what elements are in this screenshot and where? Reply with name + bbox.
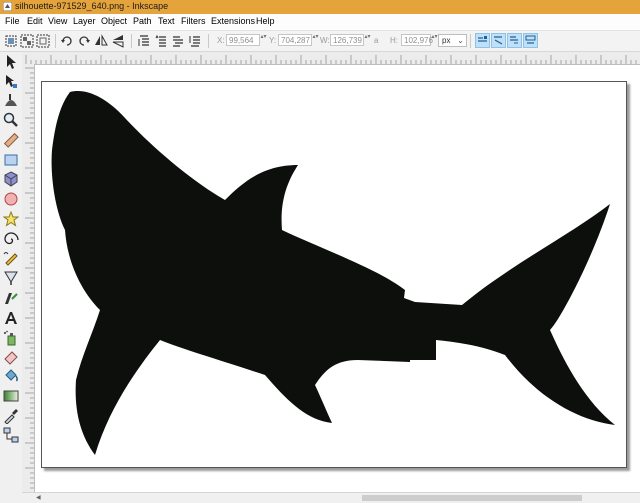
toolbar-separator [208,34,209,48]
menu-object[interactable]: Object [101,16,127,26]
tool-controls-bar: X: 99,564 ▴▾ Y: 704,287 ▴▾ W: 126,739 ▴▾… [0,31,640,52]
zoom-icon[interactable] [3,112,19,128]
menu-layer[interactable]: Layer [73,16,96,26]
menu-extensions[interactable]: Extensions [211,16,255,26]
scale-stroke-icon[interactable] [475,33,490,48]
menu-file[interactable]: File [5,16,20,26]
x-field[interactable]: 99,564 [226,34,260,46]
text-icon[interactable] [3,310,19,326]
gradient-icon[interactable] [3,388,19,404]
raise-to-top-icon[interactable] [137,34,151,48]
height-spinner[interactable]: ▴▾ [431,34,438,46]
h-label: H: [390,36,398,45]
flip-horizontal-icon[interactable] [94,34,108,48]
toolbar-separator [131,34,132,48]
selector-icon[interactable] [3,54,19,70]
ellipse-icon[interactable] [3,191,19,207]
horizontal-scrollbar[interactable]: ◀ [22,492,640,503]
box-3d-icon[interactable] [3,171,19,187]
toolbar-separator [470,34,471,48]
lower-icon[interactable] [171,34,185,48]
lock-proportions-icon[interactable]: a [374,36,378,45]
deselect-icon[interactable] [36,34,50,48]
unit-value: px [442,36,451,45]
width-spinner[interactable]: ▴▾ [364,34,371,46]
menu-view[interactable]: View [48,16,67,26]
y-spinner[interactable]: ▴▾ [312,34,319,46]
pencil-icon[interactable] [3,250,19,266]
title-bar: silhouette-971529_640.png - Inkscape [0,0,640,14]
chevron-down-icon: ⌄ [457,36,464,45]
toolbox [0,52,22,492]
toolbar-separator [55,34,56,48]
lower-to-bottom-icon[interactable] [188,34,202,48]
select-all-icon[interactable] [4,34,18,48]
transform-gradients-icon[interactable] [507,33,522,48]
node-icon[interactable] [3,73,19,89]
raise-icon[interactable] [154,34,168,48]
rotate-ccw-icon[interactable] [60,34,74,48]
dropper-icon[interactable] [3,408,19,424]
height-field[interactable]: 102,976 [401,34,433,46]
tweak-icon[interactable] [3,92,19,108]
spiral-icon[interactable] [3,231,19,247]
rotate-cw-icon[interactable] [77,34,91,48]
width-field[interactable]: 126,739 [330,34,364,46]
menu-text[interactable]: Text [158,16,175,26]
connector-icon[interactable] [3,427,19,443]
menu-help[interactable]: Help [256,16,275,26]
select-all-layers-icon[interactable] [20,34,34,48]
scale-corners-icon[interactable] [491,33,506,48]
y-label: Y: [269,36,277,45]
window-title: silhouette-971529_640.png - Inkscape [15,1,169,11]
measure-icon[interactable] [3,132,19,148]
menu-edit[interactable]: Edit [27,16,43,26]
shark-silhouette[interactable] [47,89,616,460]
shark-silhouette-shape[interactable] [51,91,615,456]
transform-patterns-icon[interactable] [523,33,538,48]
scrollbar-thumb[interactable] [362,495,582,501]
star-icon[interactable] [3,211,19,227]
scroll-left-icon[interactable]: ◀ [36,494,41,501]
menu-filters[interactable]: Filters [181,16,206,26]
x-spinner[interactable]: ▴▾ [260,34,267,46]
flip-vertical-icon[interactable] [111,34,125,48]
calligraphy-icon[interactable] [3,290,19,306]
horizontal-ruler[interactable] [22,52,640,65]
x-label: X: [217,36,225,45]
paint-bucket-icon[interactable] [3,368,19,384]
vertical-ruler[interactable] [22,64,35,492]
menu-path[interactable]: Path [133,16,152,26]
spray-icon[interactable] [3,330,19,346]
rectangle-icon[interactable] [3,152,19,168]
menu-bar: File Edit View Layer Object Path Text Fi… [0,14,640,31]
inkscape-app-icon [3,2,12,11]
y-field[interactable]: 704,287 [278,34,312,46]
eraser-icon[interactable] [3,349,19,365]
unit-select[interactable]: px ⌄ [438,34,467,47]
pen-icon[interactable] [3,270,19,286]
w-label: W: [320,36,330,45]
